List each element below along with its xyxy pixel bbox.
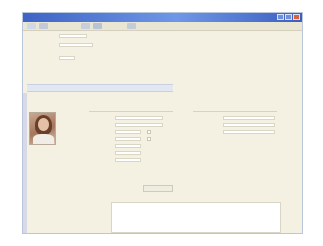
details-field-input[interactable]: [115, 116, 163, 120]
contact-field-input[interactable]: [223, 116, 275, 120]
details-field-input[interactable]: [115, 151, 141, 155]
contact-field-input[interactable]: [223, 130, 275, 134]
maximize-button[interactable]: [285, 14, 292, 20]
toolbar-icon[interactable]: [27, 23, 36, 29]
contact-field-input[interactable]: [223, 123, 275, 127]
left-sidebar-strip: [23, 93, 27, 233]
details-field-input[interactable]: [115, 144, 141, 148]
details-panel-divider: [89, 111, 173, 112]
details-field-input[interactable]: [115, 123, 163, 127]
details-checkbox[interactable]: [147, 130, 151, 134]
action-button[interactable]: [143, 185, 173, 192]
toolbar-icon[interactable]: [81, 23, 90, 29]
toolbar-icon[interactable]: [39, 23, 48, 29]
menu-bar: [23, 22, 302, 31]
minimize-button[interactable]: [277, 14, 284, 20]
header-field-input[interactable]: [59, 43, 93, 47]
title-bar[interactable]: [23, 13, 302, 22]
section-header: [27, 84, 173, 92]
details-field-input[interactable]: [115, 137, 141, 141]
details-checkbox[interactable]: [147, 137, 151, 141]
details-field-input[interactable]: [115, 130, 141, 134]
app-window: [22, 12, 303, 234]
contact-panel-divider: [193, 111, 277, 112]
photo-face: [38, 118, 49, 131]
photo-shoulders: [33, 134, 54, 144]
close-button[interactable]: [293, 14, 300, 20]
profile-photo: [29, 112, 56, 145]
notes-textarea[interactable]: [111, 202, 281, 233]
details-field-input[interactable]: [115, 158, 141, 162]
header-field-input[interactable]: [59, 34, 87, 38]
toolbar-icon[interactable]: [127, 23, 136, 29]
header-field-input[interactable]: [59, 56, 75, 60]
toolbar-icon[interactable]: [93, 23, 102, 29]
